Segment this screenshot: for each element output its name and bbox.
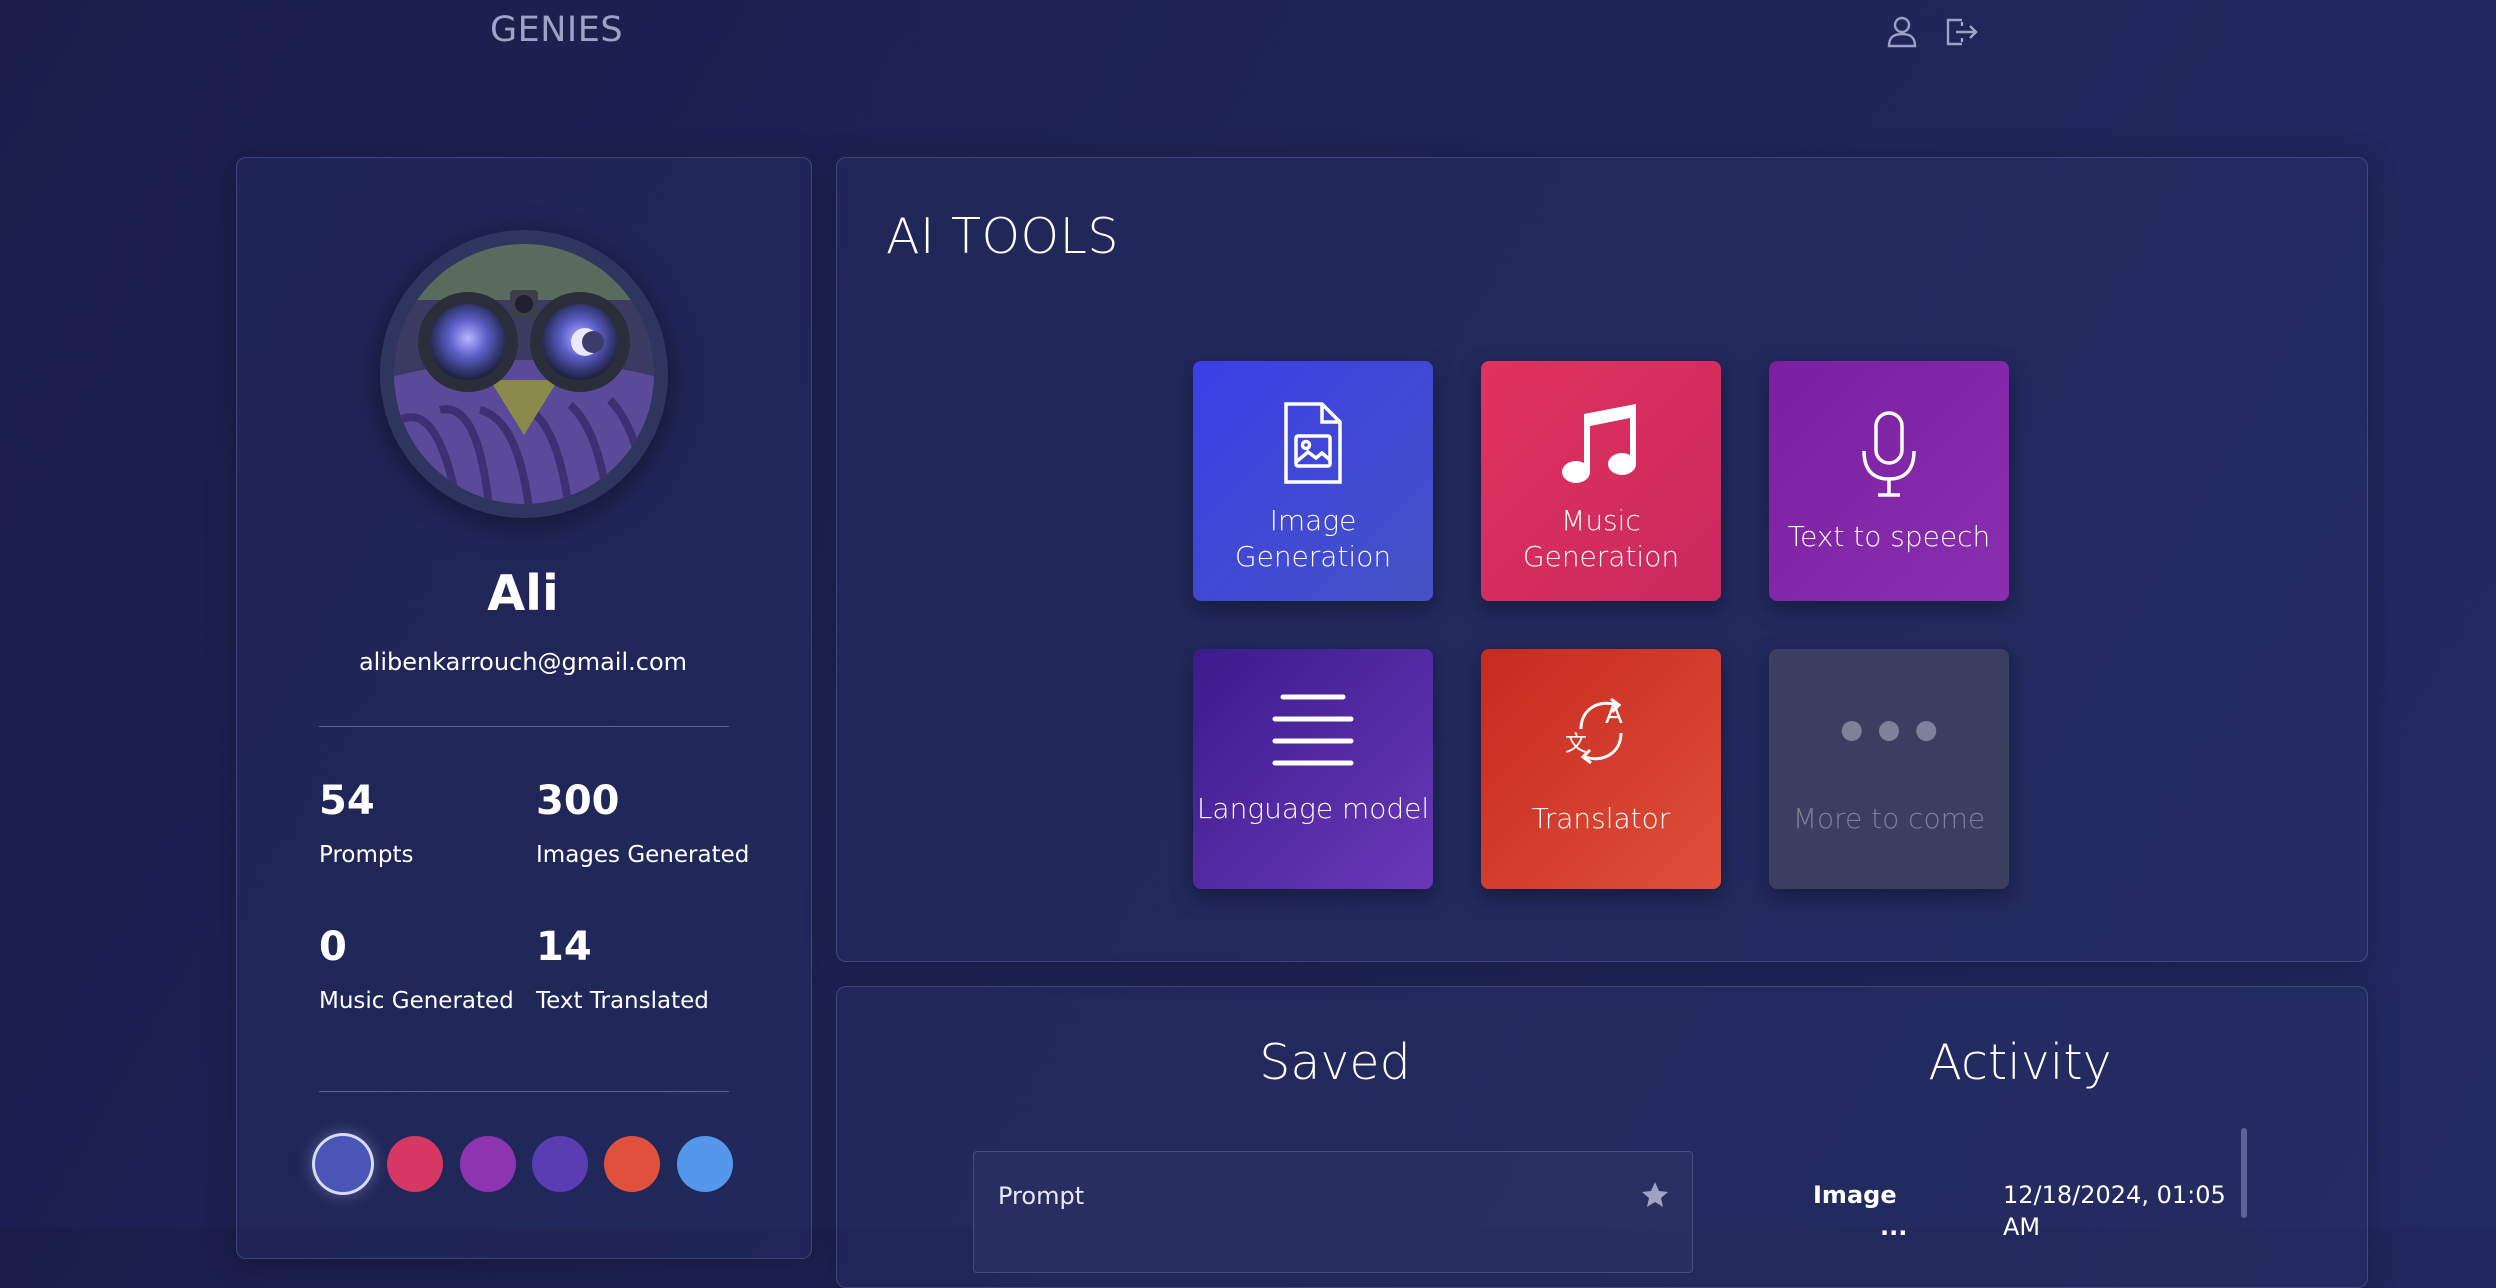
divider (319, 726, 729, 727)
tool-label: Image Generation (1234, 504, 1392, 573)
tool-image-generation[interactable]: Image Generation (1193, 361, 1433, 601)
star-icon[interactable] (1640, 1180, 1670, 1210)
theme-color-swatch[interactable] (677, 1136, 733, 1192)
stat-music-label: Music Generated (319, 988, 514, 1014)
svg-text:A: A (1605, 700, 1623, 730)
theme-color-swatch[interactable] (315, 1136, 371, 1192)
theme-color-swatch[interactable] (460, 1136, 516, 1192)
activity-date: AM (2003, 1213, 2041, 1241)
theme-color-swatch[interactable] (532, 1136, 588, 1192)
saved-title: Saved (1259, 1034, 1411, 1091)
stat-music-value: 0 (319, 924, 347, 970)
translate-icon: 文 A (1551, 671, 1651, 791)
tool-label: Language model (1196, 792, 1430, 825)
dots-icon (1839, 671, 1939, 791)
user-icon[interactable] (1882, 12, 1922, 52)
user-name: Ali (487, 565, 559, 622)
logout-icon[interactable] (1940, 12, 1980, 52)
stat-prompts-value: 54 (319, 778, 375, 824)
saved-prompt-label: Prompt (998, 1182, 1085, 1210)
divider (319, 1091, 729, 1092)
activity-scrollbar[interactable] (2241, 1128, 2247, 1218)
tool-music-generation[interactable]: Music Generation (1481, 361, 1721, 601)
activity-type: ... (1880, 1213, 1908, 1241)
saved-prompt-card[interactable] (973, 1151, 1693, 1273)
stat-prompts-label: Prompts (319, 842, 414, 868)
image-file-icon (1263, 383, 1363, 503)
theme-color-swatch[interactable] (604, 1136, 660, 1192)
tool-label: Text to speech (1787, 520, 1991, 553)
stat-translated-value: 14 (536, 924, 592, 970)
svg-text:文: 文 (1565, 732, 1587, 757)
stat-images-value: 300 (536, 778, 620, 824)
activity-title: Activity (1928, 1034, 2112, 1091)
tool-language-model[interactable]: Language model (1193, 649, 1433, 889)
microphone-icon (1839, 395, 1939, 515)
brand-logo[interactable]: GENIES (490, 10, 623, 50)
tool-label: More to come (1792, 802, 1986, 835)
ai-tools-title: AI TOOLS (886, 208, 1120, 265)
activity-date: 12/18/2024, 01:05 (2003, 1181, 2226, 1209)
avatar (380, 230, 668, 518)
tool-translator[interactable]: 文 A Translator (1481, 649, 1721, 889)
tool-more-to-come: More to come (1769, 649, 2009, 889)
stat-translated-label: Text Translated (536, 988, 709, 1014)
user-email: alibenkarrouch@gmail.com (358, 648, 688, 676)
theme-color-swatch[interactable] (387, 1136, 443, 1192)
music-note-icon (1551, 383, 1651, 503)
tool-text-to-speech[interactable]: Text to speech (1769, 361, 2009, 601)
stat-images-label: Images Generated (536, 842, 750, 868)
activity-type: Image (1813, 1181, 1897, 1209)
tool-label: Music Generation (1522, 504, 1680, 573)
tool-label: Translator (1531, 802, 1671, 835)
lines-icon (1263, 671, 1363, 791)
